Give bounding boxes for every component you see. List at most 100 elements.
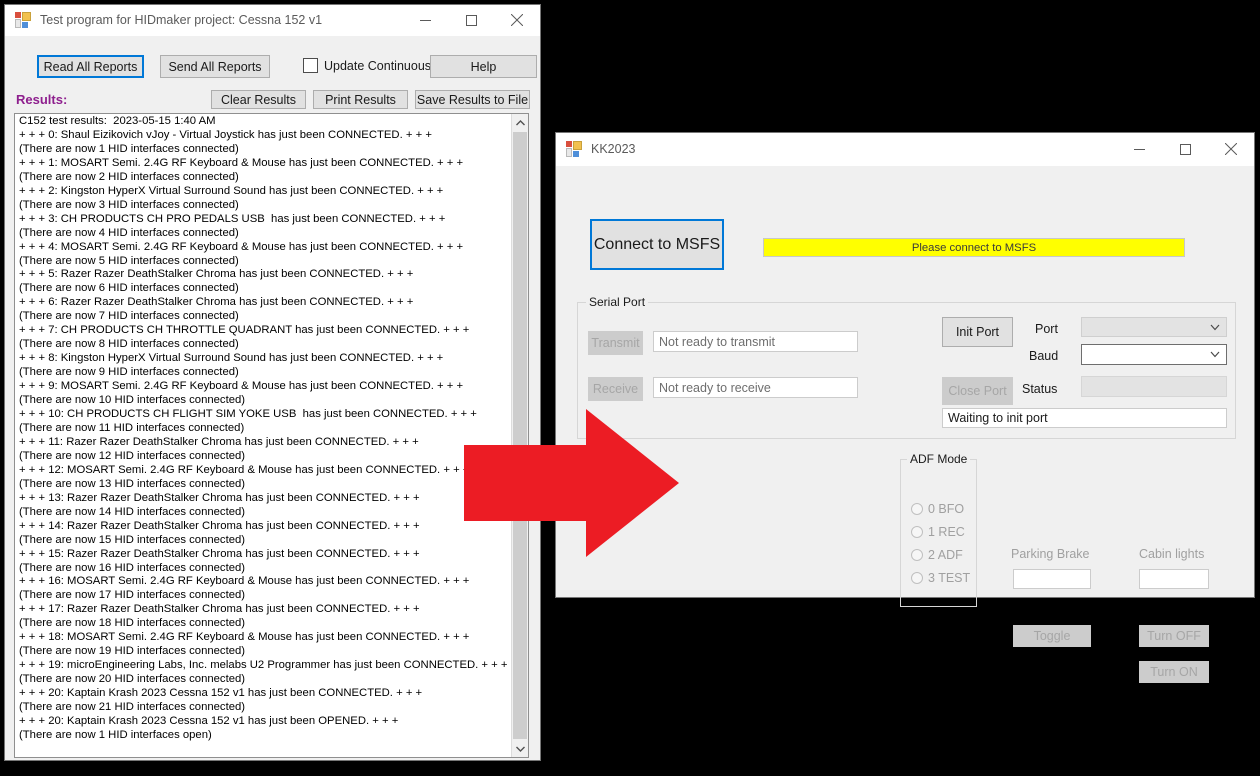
app-grid-icon: [15, 12, 31, 28]
results-line: + + + 18: MOSART Semi. 2.4G RF Keyboard …: [19, 631, 470, 644]
transmit-button[interactable]: Transmit: [588, 331, 643, 355]
maximize-icon[interactable]: [1162, 134, 1208, 165]
adf-mode-radio-0-bfo[interactable]: 0 BFO: [911, 502, 964, 516]
results-line: + + + 20: Kaptain Krash 2023 Cessna 152 …: [19, 687, 423, 700]
port-select[interactable]: [1081, 317, 1227, 337]
results-line: (There are now 10 HID interfaces connect…: [19, 394, 246, 407]
init-port-button[interactable]: Init Port: [942, 317, 1013, 347]
adf-mode-radio-3-label: 3 TEST: [928, 571, 971, 585]
radio-circle-icon: [911, 503, 923, 515]
results-line: (There are now 1 HID interfaces connecte…: [19, 142, 239, 155]
results-line: (There are now 9 HID interfaces connecte…: [19, 366, 239, 379]
results-line: + + + 7: CH PRODUCTS CH THROTTLE QUADRAN…: [19, 324, 470, 337]
results-line: (There are now 17 HID interfaces connect…: [19, 589, 246, 602]
msfs-status-banner: Please connect to MSFS: [763, 238, 1185, 257]
cabin-lights-field: [1139, 569, 1209, 589]
hidmaker-test-program-window: Test program for HIDmaker project: Cessn…: [4, 4, 541, 761]
parking-brake-toggle-button[interactable]: Toggle: [1013, 625, 1091, 647]
results-line: + + + 19: microEngineering Labs, Inc. me…: [19, 659, 508, 672]
close-icon[interactable]: [494, 5, 540, 36]
radio-circle-icon: [911, 549, 923, 561]
read-all-reports-button[interactable]: Read All Reports: [37, 55, 144, 78]
results-line: (There are now 4 HID interfaces connecte…: [19, 226, 239, 239]
results-line: + + + 4: MOSART Semi. 2.4G RF Keyboard &…: [19, 240, 464, 253]
receive-button[interactable]: Receive: [588, 377, 643, 401]
minimize-icon[interactable]: [1116, 134, 1162, 165]
results-line: (There are now 2 HID interfaces connecte…: [19, 170, 239, 183]
results-line: + + + 15: Razer Razer DeathStalker Chrom…: [19, 547, 420, 560]
scroll-down-icon[interactable]: [512, 740, 529, 757]
adf-mode-radio-0-label: 0 BFO: [928, 502, 965, 516]
cabin-lights-turn-off-button[interactable]: Turn OFF: [1139, 625, 1209, 647]
help-button[interactable]: Help: [430, 55, 537, 78]
results-line: + + + 0: Shaul Eizikovich vJoy - Virtual…: [19, 128, 432, 141]
results-line: + + + 20: Kaptain Krash 2023 Cessna 152 …: [19, 714, 399, 727]
results-line: (There are now 14 HID interfaces connect…: [19, 505, 246, 518]
minimize-icon[interactable]: [402, 5, 448, 36]
chevron-down-icon: [1210, 324, 1220, 331]
connect-to-msfs-button[interactable]: Connect to MSFS: [590, 219, 724, 270]
adf-mode-group-title: ADF Mode: [907, 452, 971, 466]
adf-mode-radio-2-adf[interactable]: 2 ADF: [911, 548, 963, 562]
status-field: [1081, 376, 1227, 397]
results-line: + + + 2: Kingston HyperX Virtual Surroun…: [19, 184, 444, 197]
results-text-content: C152 test results: 2023-05-15 1:40 AM + +…: [15, 114, 511, 757]
save-results-to-file-button[interactable]: Save Results to File: [415, 90, 530, 109]
results-line: + + + 5: Razer Razer DeathStalker Chroma…: [19, 268, 414, 281]
send-all-reports-button[interactable]: Send All Reports: [160, 55, 270, 78]
radio-circle-icon: [911, 572, 923, 584]
results-line: + + + 11: Razer Razer DeathStalker Chrom…: [19, 435, 419, 448]
close-icon[interactable]: [1208, 134, 1254, 165]
adf-mode-radio-1-label: 1 REC: [928, 525, 965, 539]
update-continuously-checkbox[interactable]: [303, 58, 318, 73]
maximize-icon[interactable]: [448, 5, 494, 36]
results-line: (There are now 1 HID interfaces open): [19, 728, 212, 741]
transmit-status-field: Not ready to transmit: [653, 331, 858, 352]
kk2023-window-title: KK2023: [591, 142, 636, 156]
results-line: + + + 3: CH PRODUCTS CH PRO PEDALS USB h…: [19, 212, 446, 225]
results-line: + + + 13: Razer Razer DeathStalker Chrom…: [19, 491, 420, 504]
results-line: + + + 14: Razer Razer DeathStalker Chrom…: [19, 519, 420, 532]
close-port-button[interactable]: Close Port: [942, 377, 1013, 405]
results-line: (There are now 18 HID interfaces connect…: [19, 617, 246, 630]
adf-mode-groupbox: ADF Mode 0 BFO 1 REC 2 ADF 3 TEST: [900, 452, 977, 607]
results-line: + + + 9: MOSART Semi. 2.4G RF Keyboard &…: [19, 380, 464, 393]
parking-brake-label: Parking Brake: [1011, 547, 1090, 561]
hidmaker-titlebar[interactable]: Test program for HIDmaker project: Cessn…: [5, 5, 540, 36]
results-line: + + + 10: CH PRODUCTS CH FLIGHT SIM YOKE…: [19, 408, 477, 421]
adf-mode-radio-3-test[interactable]: 3 TEST: [911, 571, 970, 585]
baud-select[interactable]: [1081, 344, 1227, 365]
adf-mode-radio-2-label: 2 ADF: [928, 548, 963, 562]
receive-status-field: Not ready to receive: [653, 377, 858, 398]
baud-label: Baud: [1029, 349, 1059, 363]
results-line: + + + 17: Razer Razer DeathStalker Chrom…: [19, 603, 420, 616]
kk2023-titlebar[interactable]: KK2023: [556, 133, 1254, 166]
kk2023-window-controls: [1116, 134, 1254, 165]
results-label: Results:: [16, 92, 68, 107]
results-listbox[interactable]: C152 test results: 2023-05-15 1:40 AM + +…: [14, 113, 529, 758]
results-line: (There are now 8 HID interfaces connecte…: [19, 338, 239, 351]
scroll-up-icon[interactable]: [512, 114, 529, 131]
results-line: (There are now 12 HID interfaces connect…: [19, 449, 246, 462]
red-arrow-pointer: [464, 409, 679, 557]
hidmaker-window-title: Test program for HIDmaker project: Cessn…: [40, 13, 323, 27]
results-line: + + + 6: Razer Razer DeathStalker Chroma…: [19, 296, 414, 309]
results-line: (There are now 3 HID interfaces connecte…: [19, 198, 239, 211]
cabin-lights-turn-on-button[interactable]: Turn ON: [1139, 661, 1209, 683]
results-line: (There are now 13 HID interfaces connect…: [19, 477, 246, 490]
adf-mode-radio-1-rec[interactable]: 1 REC: [911, 525, 965, 539]
results-line: (There are now 20 HID interfaces connect…: [19, 673, 246, 686]
results-line: (There are now 15 HID interfaces connect…: [19, 533, 246, 546]
results-line: (There are now 5 HID interfaces connecte…: [19, 254, 239, 267]
radio-circle-icon: [911, 526, 923, 538]
parking-brake-field: [1013, 569, 1091, 589]
results-line: (There are now 19 HID interfaces connect…: [19, 645, 246, 658]
results-line: C152 test results: 2023-05-15 1:40 AM: [19, 115, 216, 127]
print-results-button[interactable]: Print Results: [313, 90, 408, 109]
results-line: + + + 8: Kingston HyperX Virtual Surroun…: [19, 352, 444, 365]
results-line: + + + 1: MOSART Semi. 2.4G RF Keyboard &…: [19, 156, 464, 169]
port-message-field: Waiting to init port: [942, 408, 1227, 428]
results-line: (There are now 21 HID interfaces connect…: [19, 701, 246, 714]
clear-results-button[interactable]: Clear Results: [211, 90, 306, 109]
results-line: + + + 16: MOSART Semi. 2.4G RF Keyboard …: [19, 575, 470, 588]
